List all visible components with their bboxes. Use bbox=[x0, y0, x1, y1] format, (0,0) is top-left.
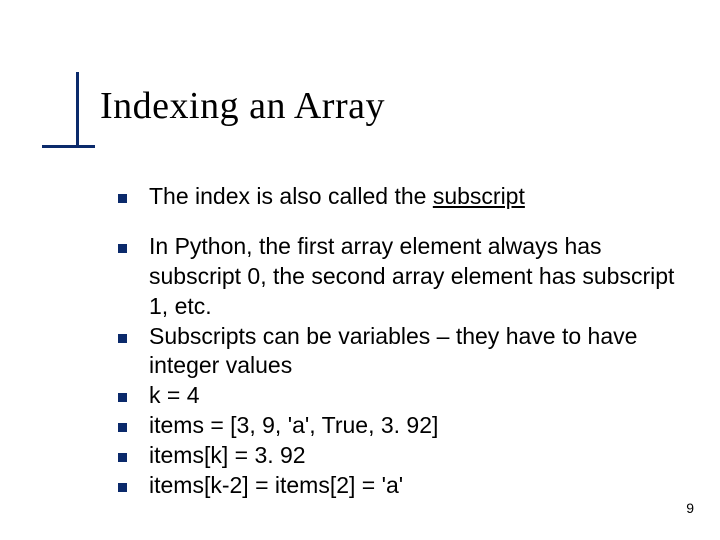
list-item: The index is also called the subscript bbox=[118, 182, 680, 212]
list-item: Subscripts can be variables – they have … bbox=[118, 322, 680, 382]
square-bullet-icon bbox=[118, 483, 127, 492]
slide-title: Indexing an Array bbox=[100, 84, 385, 128]
list-item: items[k] = 3. 92 bbox=[118, 441, 680, 471]
list-item: items[k-2] = items[2] = 'a' bbox=[118, 471, 680, 501]
title-vertical-rule bbox=[76, 72, 79, 148]
square-bullet-icon bbox=[118, 393, 127, 402]
square-bullet-icon bbox=[118, 194, 127, 203]
square-bullet-icon bbox=[118, 334, 127, 343]
bullet-text: In Python, the first array element alway… bbox=[149, 232, 680, 322]
square-bullet-icon bbox=[118, 244, 127, 253]
title-horizontal-rule bbox=[42, 145, 95, 148]
list-item: items = [3, 9, 'a', True, 3. 92] bbox=[118, 411, 680, 441]
square-bullet-icon bbox=[118, 453, 127, 462]
bullet-text: k = 4 bbox=[149, 381, 200, 411]
bullet-text: items[k-2] = items[2] = 'a' bbox=[149, 471, 403, 501]
list-item: k = 4 bbox=[118, 381, 680, 411]
underlined-term: subscript bbox=[433, 183, 525, 209]
bullet-text: items = [3, 9, 'a', True, 3. 92] bbox=[149, 411, 438, 441]
square-bullet-icon bbox=[118, 423, 127, 432]
bullet-text: items[k] = 3. 92 bbox=[149, 441, 306, 471]
bullet-text: The index is also called the subscript bbox=[149, 182, 525, 212]
page-number: 9 bbox=[686, 500, 694, 516]
bullet-list: The index is also called the subscript I… bbox=[118, 182, 680, 501]
list-item: In Python, the first array element alway… bbox=[118, 232, 680, 322]
text-span: The index is also called the bbox=[149, 183, 433, 209]
bullet-text: Subscripts can be variables – they have … bbox=[149, 322, 680, 382]
